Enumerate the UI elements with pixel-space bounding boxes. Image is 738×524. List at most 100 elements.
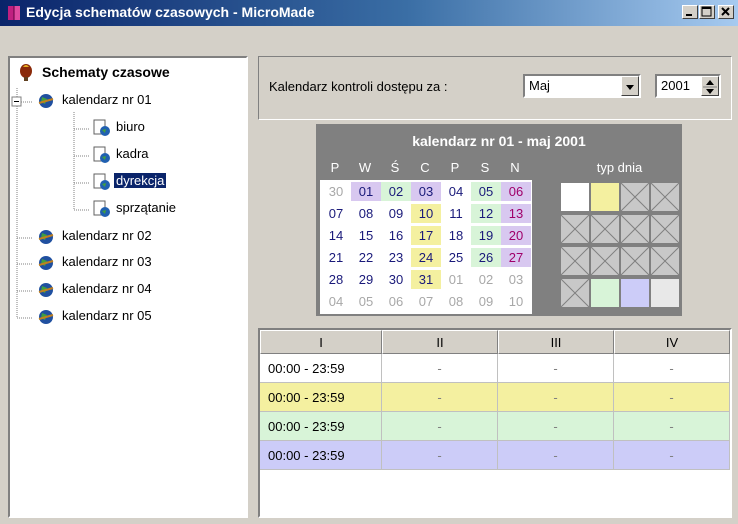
tree-root-label: Schematy czasowe [42, 64, 170, 80]
calendar-day[interactable]: 14 [321, 226, 351, 245]
day-type-swatch[interactable] [590, 182, 620, 212]
empty-cell[interactable]: - [614, 412, 730, 441]
weekday-header: N [510, 160, 520, 175]
day-type-swatch[interactable] [620, 278, 650, 308]
year-spin-buttons[interactable] [701, 76, 719, 96]
column-header[interactable]: II [382, 330, 498, 354]
table-row[interactable]: 00:00 - 23:59- - - [260, 383, 730, 412]
calendar-day[interactable]: 01 [351, 182, 381, 201]
time-range-cell[interactable]: 00:00 - 23:59 [260, 383, 382, 412]
month-dropdown-button[interactable] [621, 76, 639, 96]
calendar-day[interactable]: 04 [441, 182, 471, 201]
cross-icon [650, 214, 680, 244]
calendar-day[interactable]: 08 [351, 204, 381, 223]
day-type-empty[interactable] [620, 246, 650, 276]
day-type-empty[interactable] [560, 278, 590, 308]
maximize-button[interactable] [699, 5, 715, 19]
calendar-day[interactable]: 01 [441, 270, 471, 289]
day-type-swatch[interactable] [590, 278, 620, 308]
empty-cell[interactable]: - [498, 441, 614, 470]
day-type-swatch[interactable] [560, 182, 590, 212]
day-type-empty[interactable] [650, 246, 680, 276]
cross-icon [560, 246, 590, 276]
calendar-day[interactable]: 02 [471, 270, 501, 289]
weekday-header: S [480, 160, 490, 175]
empty-cell[interactable]: - [382, 383, 498, 412]
empty-cell[interactable]: - [614, 383, 730, 412]
calendar-day[interactable]: 07 [411, 292, 441, 311]
column-header[interactable]: III [498, 330, 614, 354]
calendar-day[interactable]: 18 [441, 226, 471, 245]
column-header[interactable]: IV [614, 330, 730, 354]
cross-icon [620, 214, 650, 244]
empty-cell[interactable]: - [614, 441, 730, 470]
calendar-day[interactable]: 04 [321, 292, 351, 311]
calendar-day[interactable]: 06 [381, 292, 411, 311]
empty-cell[interactable]: - [498, 412, 614, 441]
day-type-empty[interactable] [590, 246, 620, 276]
calendar-day[interactable]: 09 [471, 292, 501, 311]
schema-tree[interactable]: Schematy czasowe kalendarz nr 01 biuro k… [8, 56, 248, 518]
calendar-day[interactable]: 24 [411, 248, 441, 267]
calendar-day[interactable]: 26 [471, 248, 501, 267]
calendar-day[interactable]: 30 [381, 270, 411, 289]
calendar-day[interactable]: 09 [381, 204, 411, 223]
time-range-cell[interactable]: 00:00 - 23:59 [260, 412, 382, 441]
calendar-day[interactable]: 08 [441, 292, 471, 311]
calendar-day[interactable]: 17 [411, 226, 441, 245]
day-type-empty[interactable] [650, 214, 680, 244]
day-type-empty[interactable] [560, 214, 590, 244]
day-type-empty[interactable] [620, 214, 650, 244]
calendar-day[interactable]: 29 [351, 270, 381, 289]
empty-cell[interactable]: - [382, 412, 498, 441]
calendar-day[interactable]: 12 [471, 204, 501, 223]
day-type-empty[interactable] [560, 246, 590, 276]
table-row[interactable]: 00:00 - 23:59- - - [260, 441, 730, 470]
table-row[interactable]: 00:00 - 23:59- - - [260, 354, 730, 383]
calendar-day[interactable]: 07 [321, 204, 351, 223]
calendar-day[interactable]: 19 [471, 226, 501, 245]
calendar-day[interactable]: 22 [351, 248, 381, 267]
calendar-day[interactable]: 06 [501, 182, 531, 201]
time-range-cell[interactable]: 00:00 - 23:59 [260, 441, 382, 470]
calendar-day[interactable]: 28 [321, 270, 351, 289]
calendar-day[interactable]: 16 [381, 226, 411, 245]
calendar-day[interactable]: 23 [381, 248, 411, 267]
empty-cell[interactable]: - [614, 354, 730, 383]
month-select[interactable]: Maj [523, 74, 641, 98]
year-value: 2001 [661, 78, 690, 93]
calendar-day[interactable]: 03 [501, 270, 531, 289]
calendar-day[interactable]: 31 [411, 270, 441, 289]
calendar-day[interactable]: 15 [351, 226, 381, 245]
calendar-day[interactable]: 20 [501, 226, 531, 245]
minimize-button[interactable] [682, 5, 698, 19]
calendar-day[interactable]: 02 [381, 182, 411, 201]
calendar-day[interactable]: 13 [501, 204, 531, 223]
day-type-swatch[interactable] [650, 278, 680, 308]
day-type-empty[interactable] [590, 214, 620, 244]
calendar-day[interactable]: 27 [501, 248, 531, 267]
column-header[interactable]: I [260, 330, 382, 354]
globe-icon [38, 94, 54, 108]
calendar-day[interactable]: 25 [441, 248, 471, 267]
calendar-day[interactable]: 30 [321, 182, 351, 201]
empty-cell[interactable]: - [382, 441, 498, 470]
calendar-day[interactable]: 05 [351, 292, 381, 311]
close-button[interactable] [718, 5, 734, 19]
schedule-grid[interactable]: I II III IV 00:00 - 23:59- - -00:00 - 23:59- -… [258, 328, 732, 518]
time-range-cell[interactable]: 00:00 - 23:59 [260, 354, 382, 383]
calendar-day[interactable]: 11 [441, 204, 471, 223]
calendar-day[interactable]: 03 [411, 182, 441, 201]
calendar-day[interactable]: 05 [471, 182, 501, 201]
calendar-day[interactable]: 10 [411, 204, 441, 223]
table-row[interactable]: 00:00 - 23:59- - - [260, 412, 730, 441]
empty-cell[interactable]: - [382, 354, 498, 383]
year-spinner[interactable]: 2001 [655, 74, 721, 98]
day-type-empty[interactable] [650, 182, 680, 212]
empty-cell[interactable]: - [498, 354, 614, 383]
empty-cell[interactable]: - [498, 383, 614, 412]
calendar-day[interactable]: 10 [501, 292, 531, 311]
tree-item-label: kalendarz nr 05 [62, 308, 152, 323]
day-type-empty[interactable] [620, 182, 650, 212]
calendar-day[interactable]: 21 [321, 248, 351, 267]
